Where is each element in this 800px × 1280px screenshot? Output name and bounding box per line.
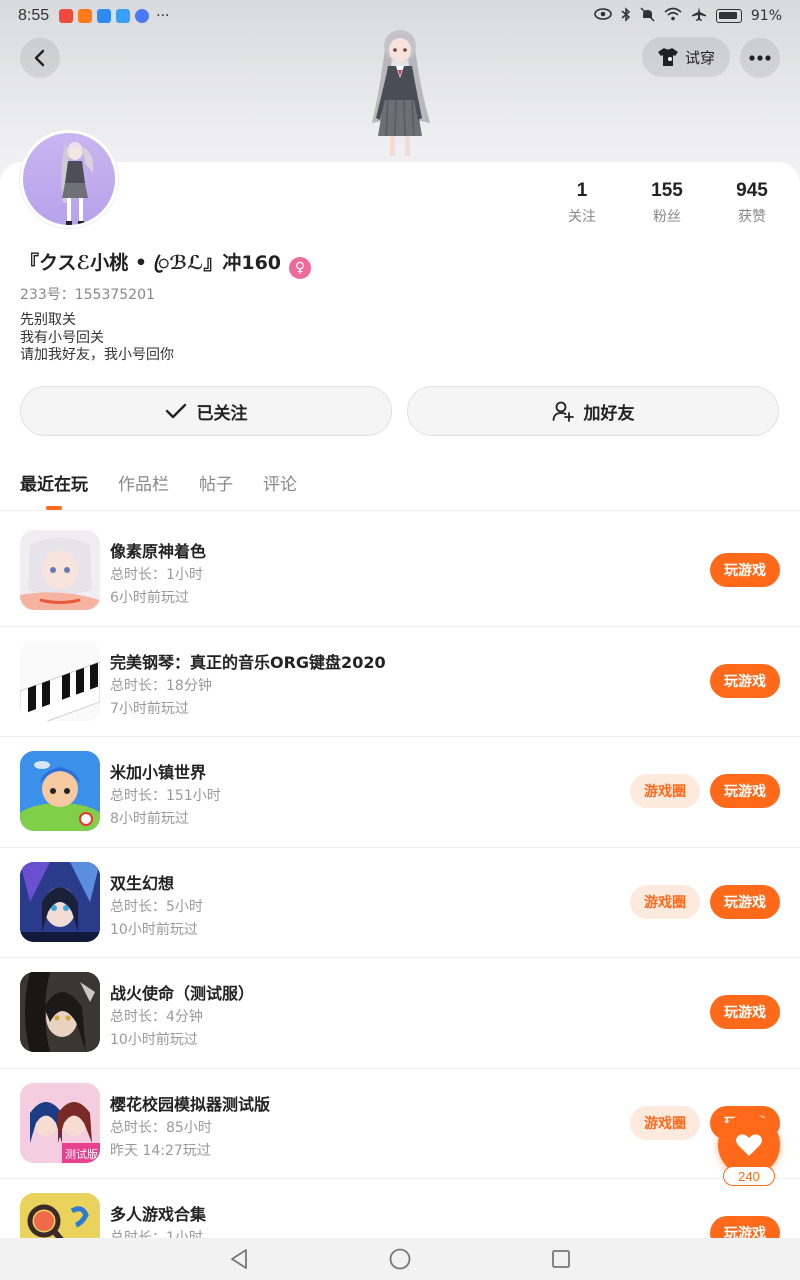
svg-text:测试版: 测试版 [65, 1147, 98, 1161]
tab-posts[interactable]: 帖子 [199, 470, 233, 495]
game-last-played: 8小时前玩过 [110, 811, 189, 827]
mute-icon [640, 6, 655, 26]
list-item[interactable]: 米加小镇世界 总时长：151小时 8小时前玩过 游戏圈 玩游戏 [0, 737, 800, 848]
more-dots-icon [749, 55, 771, 61]
browser-app-icon [135, 9, 150, 23]
play-game-button[interactable]: 玩游戏 [710, 995, 780, 1029]
try-on-button[interactable]: 试穿 [642, 37, 730, 77]
game-last-played: 7小时前玩过 [110, 700, 189, 717]
play-game-button[interactable]: 玩游戏 [710, 553, 780, 587]
user-avatar[interactable] [20, 130, 118, 228]
game-name: 多人游戏合集 [110, 1205, 207, 1224]
game-name: 樱花校园模拟器测试版 [110, 1094, 271, 1114]
game-total-time: 总时长：1小时 [110, 567, 203, 583]
system-nav-bar [0, 1238, 800, 1280]
fantasy-girl-icon [20, 861, 100, 942]
bio-line: 请加我好友，我小号回你 [20, 347, 174, 363]
back-button[interactable] [20, 38, 60, 78]
tab-works[interactable]: 作品栏 [118, 470, 169, 495]
stat-likes-label: 获赞 [738, 209, 766, 225]
bio-line: 先别取关 [20, 312, 76, 328]
list-item[interactable]: 像素原神着色 总时长：1小时 6小时前玩过 玩游戏 [0, 516, 800, 627]
game-circle-button[interactable]: 游戏圈 [630, 1105, 700, 1140]
stat-following-value: 1 [576, 180, 588, 201]
game-last-played: 昨天 14:27玩过 [110, 1142, 211, 1159]
lightbulb-app-icon [97, 9, 112, 23]
game-last-played: 10小时前玩过 [110, 1032, 198, 1048]
game-name: 战火使命（测试服） [110, 984, 255, 1003]
game-name: 米加小镇世界 [110, 763, 207, 782]
user-bio: 先别取关 我有小号回关 请加我好友，我小号回你 [20, 312, 174, 365]
pixel-anime-girl-icon [20, 530, 100, 610]
play-game-button[interactable]: 玩游戏 [710, 884, 780, 919]
nav-home-icon[interactable] [389, 1248, 411, 1270]
tab-comments[interactable]: 评论 [263, 470, 297, 495]
list-item[interactable]: 双生幻想 总时长：5小时 10小时前玩过 游戏圈 玩游戏 [0, 848, 800, 958]
recent-games-list: 像素原神着色 总时长：1小时 6小时前玩过 玩游戏 完美钢琴：真正的音乐ORG键… [0, 516, 800, 1280]
battery-percent: 91% [750, 8, 782, 24]
miga-town-icon [20, 751, 100, 831]
battery-icon [715, 9, 742, 23]
game-name: 像素原神着色 [110, 542, 207, 561]
user-id: 233号：155375201 [20, 287, 155, 303]
followed-label: 已关注 [196, 403, 248, 424]
nav-recents-icon[interactable] [551, 1249, 571, 1269]
checkmark-icon [165, 403, 186, 419]
warfire-icon [20, 972, 100, 1052]
tab-divider [0, 510, 800, 511]
add-user-icon [552, 401, 574, 422]
game-total-time: 总时长：85小时 [110, 1119, 212, 1136]
game-total-time: 总时长：151小时 [110, 788, 221, 804]
heart-icon [736, 1134, 762, 1156]
airplane-icon [691, 6, 707, 26]
stat-following[interactable]: 1 关注 [547, 180, 617, 226]
username: 『クスℰ小桃 • ꦿℬℒ』冲160 [20, 252, 282, 274]
username-row: 『クスℰ小桃 • ꦿℬℒ』冲160 ♀ [20, 248, 312, 287]
game-last-played: 6小时前玩过 [110, 590, 189, 606]
nav-back-icon[interactable] [229, 1248, 249, 1270]
chevron-left-icon [34, 49, 45, 67]
list-item[interactable]: 测试版 樱花校园模拟器测试版 总时长：85小时 昨天 14:27玩过 游戏圈 玩… [0, 1069, 800, 1179]
more-options-button[interactable] [740, 38, 780, 78]
app-notification-icon [59, 9, 74, 23]
sakura-school-icon: 测试版 [20, 1082, 100, 1163]
game-name: 双生幻想 [110, 873, 175, 893]
video-app-icon [78, 9, 93, 23]
eye-comfort-icon [594, 8, 612, 24]
bio-line: 我有小号回关 [20, 329, 104, 346]
try-on-label: 试穿 [684, 48, 715, 67]
more-notifications: ··· [156, 8, 170, 24]
list-item[interactable]: 战火使命（测试服） 总时长：4分钟 10小时前玩过 玩游戏 [0, 958, 800, 1069]
game-total-time: 总时长：4分钟 [110, 1009, 203, 1025]
stat-fans-label: 粉丝 [653, 209, 681, 225]
tab-recently-played[interactable]: 最近在玩 [20, 470, 88, 510]
game-last-played: 10小时前玩过 [110, 921, 198, 938]
game-circle-button[interactable]: 游戏圈 [630, 774, 700, 808]
bluetooth-icon [621, 6, 631, 26]
stat-fans[interactable]: 155 粉丝 [632, 180, 702, 226]
stat-likes[interactable]: 945 获赞 [717, 180, 787, 226]
game-total-time: 总时长：18分钟 [110, 677, 212, 694]
stat-following-label: 关注 [568, 209, 596, 225]
play-game-button[interactable]: 玩游戏 [710, 663, 780, 698]
list-item[interactable]: 完美钢琴：真正的音乐ORG键盘2020 总时长：18分钟 7小时前玩过 玩游戏 [0, 627, 800, 737]
game-name: 完美钢琴：真正的音乐ORG键盘2020 [110, 652, 386, 672]
piano-keys-icon [20, 640, 100, 721]
add-friend-button[interactable]: 加好友 [407, 386, 779, 436]
stat-fans-value: 155 [651, 180, 683, 201]
followed-button[interactable]: 已关注 [20, 386, 392, 436]
status-time: 8:55 [18, 7, 50, 24]
add-friend-label: 加好友 [583, 403, 635, 424]
stat-likes-value: 945 [736, 180, 768, 201]
gender-female-icon: ♀ [289, 256, 312, 279]
cloud-app-icon [116, 9, 131, 23]
like-count: 240 [723, 1166, 775, 1186]
profile-tabs: 最近在玩 作品栏 帖子 评论 [20, 470, 297, 510]
game-circle-button[interactable]: 游戏圈 [630, 884, 700, 919]
game-total-time: 总时长：5小时 [110, 898, 203, 915]
avatar-3d-figure [372, 30, 430, 156]
wifi-icon [664, 7, 682, 25]
shirt-icon [657, 48, 678, 66]
play-game-button[interactable]: 玩游戏 [710, 774, 780, 808]
